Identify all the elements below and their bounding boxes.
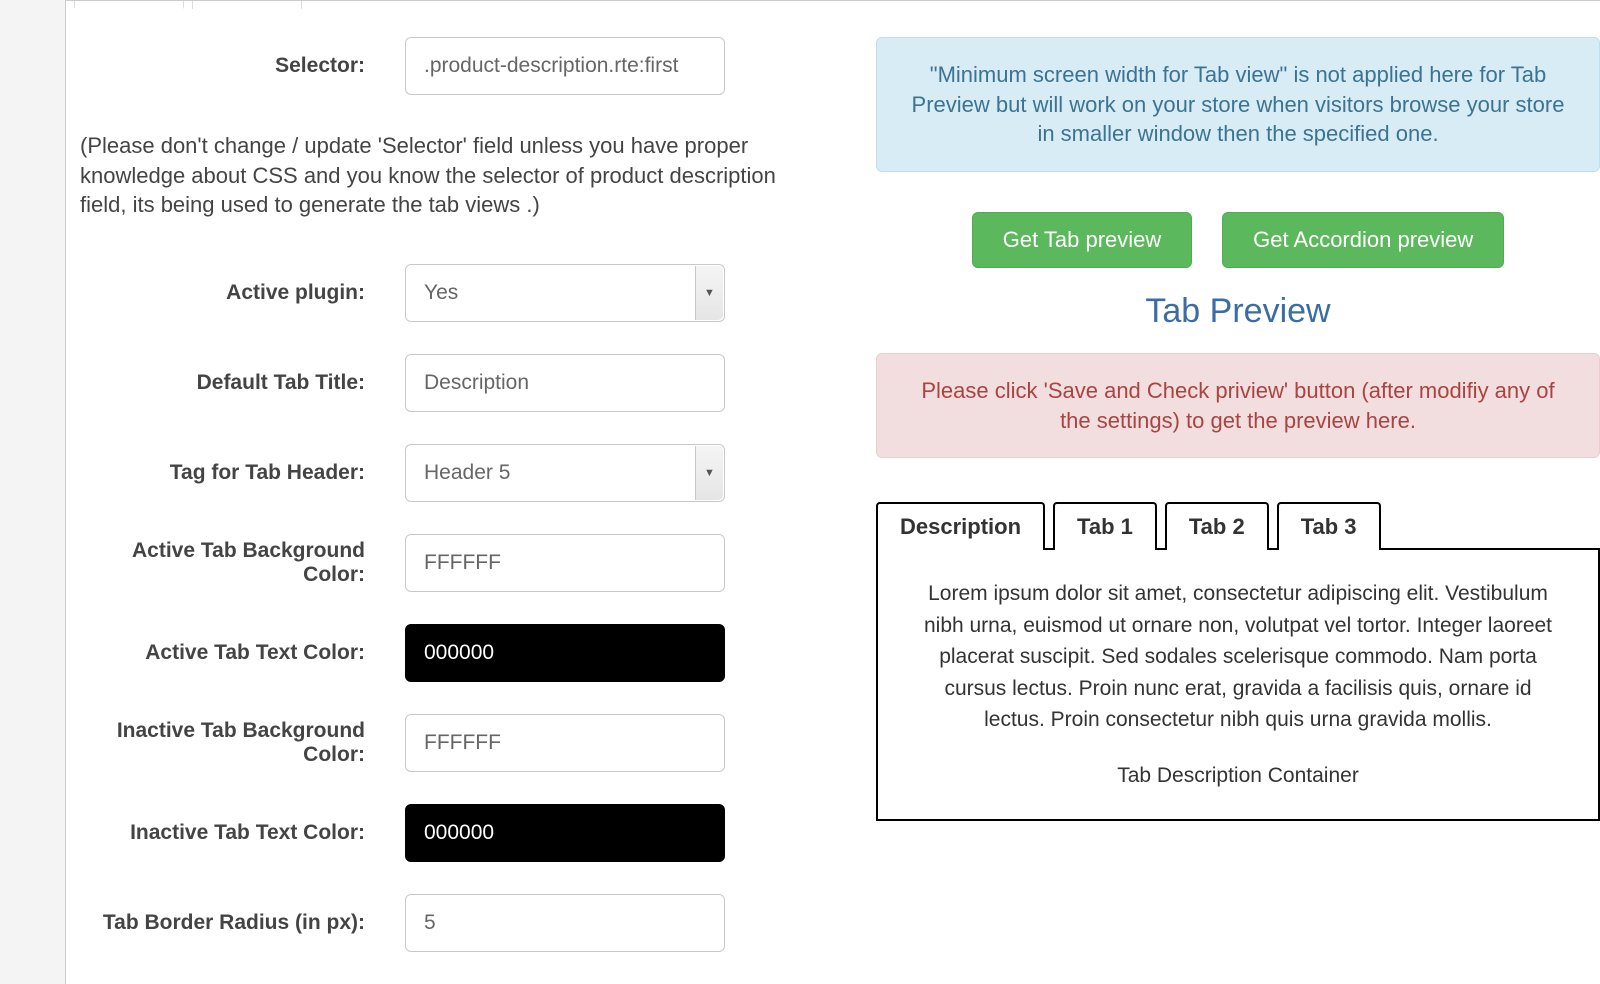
preview-panel: "Minimum screen width for Tab view" is n… bbox=[828, 37, 1600, 984]
selector-input[interactable] bbox=[405, 37, 725, 95]
tab-3[interactable]: Tab 3 bbox=[1277, 502, 1381, 550]
info-alert: "Minimum screen width for Tab view" is n… bbox=[876, 37, 1600, 172]
tab-description[interactable]: Description bbox=[876, 502, 1045, 550]
get-accordion-preview-button[interactable]: Get Accordion preview bbox=[1222, 212, 1504, 268]
tab-1[interactable]: Tab 1 bbox=[1053, 502, 1157, 550]
inactive-bg-input[interactable] bbox=[405, 714, 725, 772]
active-plugin-select[interactable]: Yes bbox=[405, 264, 725, 322]
active-plugin-label: Active plugin: bbox=[80, 281, 405, 305]
top-ghost-tabs bbox=[74, 1, 1600, 9]
inactive-text-label: Inactive Tab Text Color: bbox=[80, 821, 405, 845]
tab-content: Lorem ipsum dolor sit amet, consectetur … bbox=[876, 548, 1600, 821]
tag-header-select[interactable]: Header 5 bbox=[405, 444, 725, 502]
tab-body-text: Lorem ipsum dolor sit amet, consectetur … bbox=[912, 578, 1564, 736]
get-tab-preview-button[interactable]: Get Tab preview bbox=[972, 212, 1193, 268]
default-tab-title-input[interactable] bbox=[405, 354, 725, 412]
default-tab-title-label: Default Tab Title: bbox=[80, 371, 405, 395]
inactive-text-input[interactable] bbox=[405, 804, 725, 862]
chevron-down-icon: ▼ bbox=[695, 446, 723, 500]
tab-container-label: Tab Description Container bbox=[912, 760, 1564, 792]
active-bg-input[interactable] bbox=[405, 534, 725, 592]
active-bg-label: Active Tab Background Color: bbox=[80, 539, 405, 587]
settings-page: Selector: (Please don't change / update … bbox=[65, 0, 1600, 984]
border-radius-label: Tab Border Radius (in px): bbox=[80, 911, 405, 935]
preview-tabs: Description Tab 1 Tab 2 Tab 3 bbox=[876, 502, 1600, 550]
border-radius-input[interactable] bbox=[405, 894, 725, 952]
active-text-input[interactable] bbox=[405, 624, 725, 682]
warning-alert: Please click 'Save and Check priview' bu… bbox=[876, 353, 1600, 458]
selector-label: Selector: bbox=[80, 54, 405, 78]
active-text-label: Active Tab Text Color: bbox=[80, 641, 405, 665]
selector-note: (Please don't change / update 'Selector'… bbox=[80, 127, 814, 220]
inactive-bg-label: Inactive Tab Background Color: bbox=[80, 719, 405, 767]
chevron-down-icon: ▼ bbox=[695, 266, 723, 320]
preview-title: Tab Preview bbox=[876, 292, 1600, 331]
settings-form: Selector: (Please don't change / update … bbox=[80, 37, 828, 984]
tab-2[interactable]: Tab 2 bbox=[1165, 502, 1269, 550]
tag-header-label: Tag for Tab Header: bbox=[80, 461, 405, 485]
